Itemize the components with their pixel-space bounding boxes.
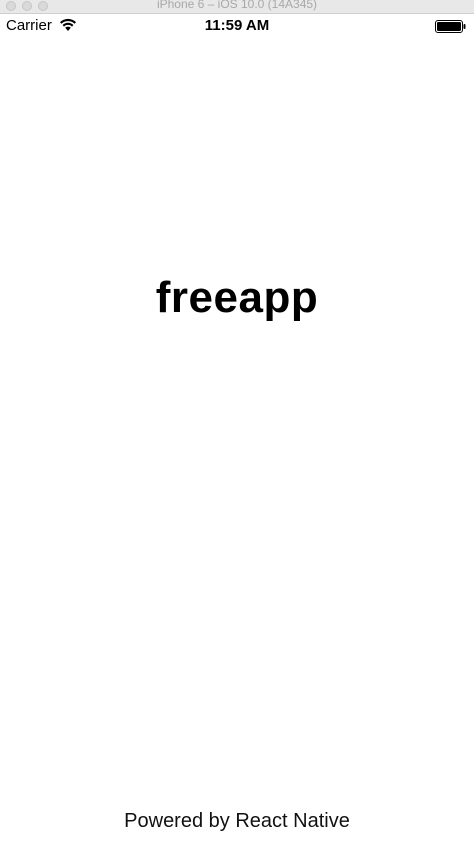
window-title: iPhone 6 – iOS 10.0 (14A345)	[156, 0, 318, 11]
window-titlebar: iPhone 6 – iOS 10.0 (14A345)	[0, 0, 474, 14]
battery-icon	[435, 20, 467, 33]
powered-by-text: Powered by React Native	[124, 810, 350, 832]
status-time: 11:59 AM	[204, 17, 270, 34]
status-bar: Carrier 11:59 AM	[0, 14, 474, 38]
simulator-window: iPhone 6 – iOS 10.0 (14A345) Carrier 11:…	[0, 0, 474, 857]
app-title: freeapp	[155, 273, 319, 322]
